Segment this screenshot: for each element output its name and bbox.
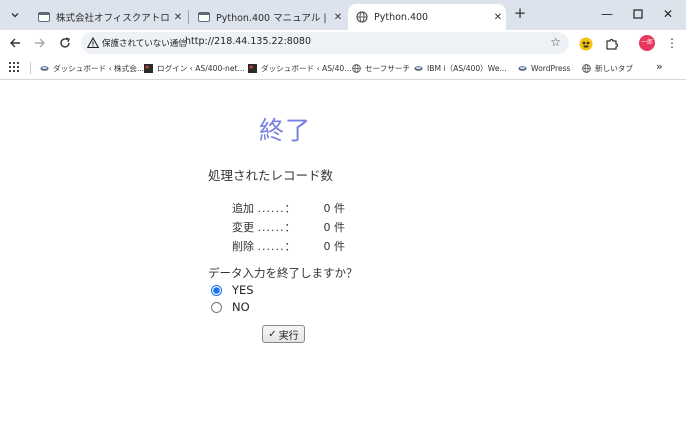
page-title: 終了 [259, 116, 312, 145]
menu-kebab-icon[interactable]: ⋮ [666, 35, 678, 51]
tab-strip: 株式会社オフィスクアトロ- IBM i(AS... ✕ Python.400 マ… [0, 0, 686, 30]
radio-option-no[interactable]: NO [211, 300, 250, 314]
apps-grid-icon[interactable] [9, 62, 19, 72]
close-tab-icon[interactable]: ✕ [170, 12, 186, 23]
records-heading: 処理されたレコード数 [208, 168, 334, 183]
window-close-icon[interactable]: ✕ [659, 5, 677, 23]
checkmark-icon: ✓ [268, 328, 277, 340]
tab-search-icon[interactable] [5, 5, 25, 25]
bookmark-star-icon[interactable]: ☆ [550, 35, 561, 49]
no-label: NO [232, 300, 250, 314]
run-button-label: 実行 [278, 330, 299, 342]
bookmark-item[interactable]: WordPress [518, 62, 571, 74]
tab-title: 株式会社オフィスクアトロ- IBM i(AS... [56, 13, 170, 24]
bookmark-item[interactable]: ダッシュボード ‹ 株式会... [40, 62, 144, 74]
extensions-puzzle-icon[interactable] [605, 36, 619, 50]
security-warning-text: 保護されていない通信 [102, 39, 187, 49]
radio-option-yes[interactable]: YES [211, 283, 254, 297]
stat-row-change: 変更 ......： 0 件 [232, 221, 345, 234]
stat-value: 0 [323, 202, 331, 215]
page-favicon-icon [198, 11, 210, 23]
yes-label: YES [232, 283, 254, 297]
reload-icon[interactable] [57, 35, 73, 51]
address-bar[interactable]: 保護されていない通信 http://218.44.135.22:8080 ☆ [81, 32, 569, 54]
close-tab-icon[interactable]: ✕ [330, 12, 346, 23]
as400-icon [248, 63, 257, 73]
wordpress-icon [40, 65, 49, 71]
yes-radio[interactable] [211, 284, 222, 296]
minimize-icon[interactable]: — [598, 5, 616, 23]
stat-row-delete: 削除 ......： 0 件 [232, 240, 345, 253]
browser-toolbar: 保護されていない通信 http://218.44.135.22:8080 ☆ 一… [0, 30, 686, 56]
forward-icon[interactable] [32, 35, 48, 51]
confirm-question: データ入力を終了しますか？ [208, 266, 358, 280]
bookmark-item[interactable]: ダッシュボード ‹ AS/40... [248, 62, 352, 74]
stat-value: 0 [323, 221, 331, 234]
security-warning-chip[interactable]: 保護されていない通信 [87, 35, 187, 51]
url-text[interactable]: http://218.44.135.22:8080 [185, 36, 311, 47]
tab-officequattro[interactable]: 株式会社オフィスクアトロ- IBM i(AS... ✕ [30, 4, 186, 30]
globe-icon [352, 63, 361, 73]
close-tab-icon[interactable]: ✕ [490, 12, 506, 23]
bookmark-item[interactable]: ログイン ‹ AS/400-net... [144, 62, 245, 74]
page-content: 終了 処理されたレコード数 追加 ......： 0 件 変更 ......： … [0, 81, 686, 441]
globe-icon [356, 11, 368, 23]
tab-title: Python.400 [374, 11, 429, 23]
globe-icon [582, 63, 591, 73]
bookmark-item[interactable]: IBM i（AS/400）We... [414, 62, 507, 74]
wordpress-icon [414, 65, 423, 71]
profile-avatar[interactable]: 一郎 [639, 35, 655, 51]
stat-row-add: 追加 ......： 0 件 [232, 202, 345, 215]
bookmarks-divider [30, 62, 31, 74]
new-tab-icon[interactable]: + [511, 5, 529, 23]
stat-value: 0 [323, 240, 331, 253]
bookmark-item[interactable]: セーフサーチ [352, 62, 410, 74]
tab-python400[interactable]: Python.400 ✕ [348, 4, 506, 30]
as400-icon [144, 63, 153, 73]
bookmarks-bar: ダッシュボード ‹ 株式会... ログイン ‹ AS/400-net... ダッ… [0, 56, 686, 80]
tab-divider [188, 10, 189, 24]
bookmarks-overflow-icon[interactable]: » [656, 60, 663, 73]
extension-icon[interactable] [579, 36, 593, 51]
tab-title: Python.400 マニュアル | officequa... [216, 13, 330, 24]
back-icon[interactable] [7, 35, 23, 51]
maximize-icon[interactable] [629, 5, 647, 23]
bookmark-item[interactable]: 新しいタブ [582, 62, 633, 74]
wordpress-icon [518, 65, 527, 71]
run-button[interactable]: ✓ 実行 [262, 325, 305, 343]
tab-python400-manual[interactable]: Python.400 マニュアル | officequa... ✕ [190, 4, 346, 30]
no-radio[interactable] [211, 301, 222, 313]
warning-icon [87, 37, 99, 49]
page-favicon-icon [38, 11, 50, 23]
